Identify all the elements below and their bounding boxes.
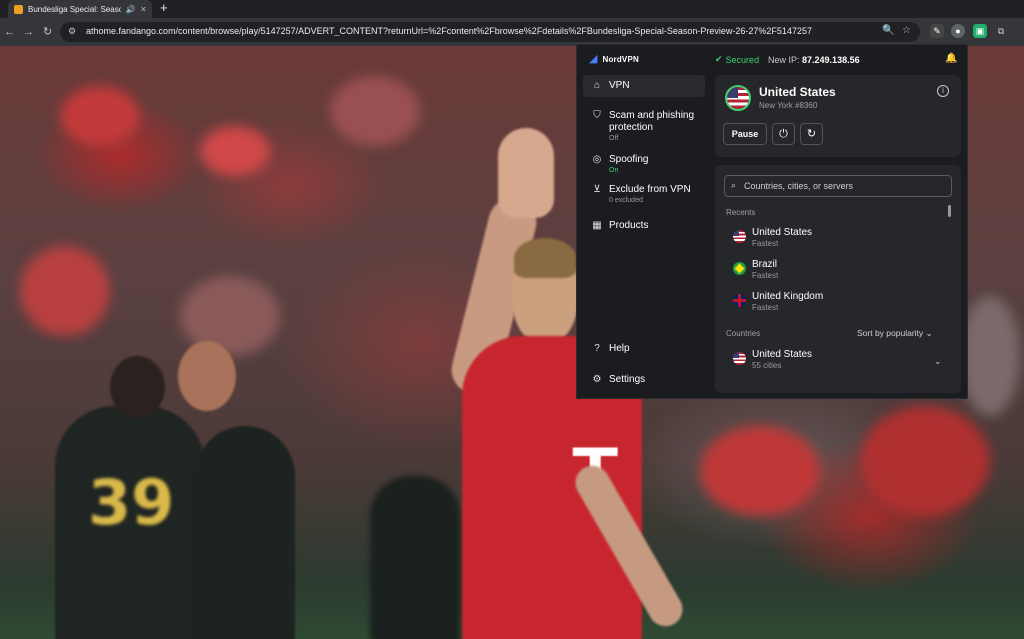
tab-bar: Bundesliga Special: Season 🔊 × + (0, 0, 1024, 18)
gear-icon: ⚙ (592, 374, 602, 385)
us-flag-icon (725, 85, 751, 111)
vpn-sidebar: ⌂ VPN ⛉ Scam and phishing protection Off … (583, 75, 705, 395)
recent-item-sub: Fastest (752, 239, 779, 248)
sidebar-item-spoofing[interactable]: ◎ Spoofing On (583, 149, 705, 181)
address-bar[interactable]: ⚙ athome.fandango.com/content/browse/pla… (60, 22, 920, 42)
sidebar-item-products[interactable]: ▦ Products (583, 215, 705, 237)
countries-heading: Countries (726, 329, 761, 338)
new-ip-value: 87.249.138.56 (802, 55, 860, 65)
nordvpn-panel: ◢ NordVPN ✔ Secured New IP: 87.249.138.5… (576, 44, 968, 399)
sidebar-item-label: Spoofing (609, 154, 649, 165)
nordvpn-mountain-icon: ◢ (589, 53, 598, 65)
sidebar-item-status: Off (609, 135, 619, 142)
tab-title: Bundesliga Special: Season (28, 4, 121, 14)
brazil-flag-icon (733, 262, 746, 275)
sidebar-item-settings[interactable]: ⚙ Settings (583, 369, 705, 391)
us-flag-icon (733, 352, 746, 365)
recent-item-sub: Fastest (752, 303, 779, 312)
country-item-sub: 55 cities (752, 361, 782, 370)
pause-button[interactable]: Pause (723, 123, 767, 145)
recent-item[interactable]: United Kingdom Fastest (733, 289, 943, 315)
player-hair (514, 238, 576, 278)
recents-heading: Recents (726, 208, 756, 217)
help-icon: ? (594, 343, 600, 354)
vpn-header: ◢ NordVPN ✔ Secured New IP: 87.249.138.5… (577, 45, 969, 73)
reload-button[interactable]: ↻ (43, 25, 52, 39)
new-ip: New IP: 87.249.138.56 (768, 55, 860, 65)
sidebar-item-status: 0 excluded (609, 197, 643, 204)
search-placeholder: Countries, cities, or servers (744, 181, 854, 191)
server-search-input[interactable]: ⌕ Countries, cities, or servers (724, 175, 952, 197)
secured-label: Secured (725, 54, 760, 65)
uk-flag-icon (733, 294, 746, 307)
search-icon: ⌕ (731, 180, 737, 190)
sort-dropdown[interactable]: Sort by popularity ⌄ (857, 328, 933, 339)
player-figure (195, 426, 295, 639)
connected-server: New York #8360 (759, 101, 818, 110)
sidebar-item-scam-protection[interactable]: ⛉ Scam and phishing protection Off (583, 105, 705, 149)
player-figure (370, 476, 460, 639)
shield-icon: ⛉ (593, 110, 601, 121)
split-tunnel-icon: ⊻ (593, 184, 601, 195)
sidebar-item-label: VPN (609, 80, 630, 91)
country-item[interactable]: United States 55 cities (733, 347, 943, 373)
connection-card: United States New York #8360 i Pause ⏻ ↻ (715, 75, 961, 157)
back-button[interactable]: ← (4, 25, 15, 39)
nordvpn-extension-icon[interactable]: ● (951, 24, 965, 38)
player-head (178, 341, 236, 411)
server-list-card: ⌕ Countries, cities, or servers Recents … (715, 165, 961, 393)
hand (498, 128, 554, 218)
disconnect-power-icon[interactable]: ⏻ (772, 123, 795, 145)
site-favicon-icon (14, 4, 23, 14)
speaker-icon[interactable]: 🔊 (126, 5, 136, 14)
nordvpn-logo: ◢ NordVPN (589, 54, 639, 65)
sidebar-item-label: Settings (609, 374, 646, 385)
recent-item-name: Brazil (752, 259, 778, 270)
sidebar-item-help[interactable]: ? Help (583, 338, 705, 360)
chevron-down-icon[interactable]: ⌄ (934, 356, 942, 367)
us-flag-icon (733, 230, 746, 243)
shirt-number: 39 (88, 466, 175, 539)
sort-label: Sort by popularity (857, 328, 924, 338)
bookmark-star-icon[interactable]: ☆ (902, 25, 911, 36)
chevron-down-icon: ⌄ (925, 328, 933, 338)
extension-icon[interactable]: ✎ (930, 24, 944, 38)
site-info-icon[interactable]: ⚙ (68, 26, 76, 37)
new-ip-label: New IP: (768, 55, 800, 65)
zoom-icon[interactable]: 🔍 (882, 25, 894, 36)
sidebar-item-exclude[interactable]: ⊻ Exclude from VPN 0 excluded (583, 179, 705, 211)
reconnect-icon[interactable]: ↻ (800, 123, 823, 145)
secured-status: ✔ Secured (715, 54, 759, 65)
sidebar-item-vpn[interactable]: ⌂ VPN (583, 75, 705, 97)
recent-item-name: United Kingdom (752, 291, 824, 302)
extensions-puzzle-icon[interactable]: ⧉ (994, 24, 1008, 38)
extension-green-icon[interactable]: ▣ (973, 24, 987, 38)
grid-icon: ▦ (592, 220, 602, 231)
eye-off-icon: ◎ (592, 154, 602, 165)
browser-tab[interactable]: Bundesliga Special: Season 🔊 × (8, 0, 152, 18)
check-shield-icon: ✔ (715, 54, 723, 64)
logo-text: NordVPN (602, 55, 639, 64)
sidebar-item-status: On (609, 167, 619, 174)
connected-country: United States (759, 85, 836, 99)
sidebar-item-label: Help (609, 343, 630, 354)
player-head (110, 356, 165, 418)
new-tab-button[interactable]: + (160, 1, 168, 15)
info-icon[interactable]: i (937, 85, 949, 97)
recent-item-sub: Fastest (752, 271, 779, 280)
bell-icon[interactable]: 🔔 (945, 53, 957, 64)
recent-item[interactable]: United States Fastest (733, 225, 943, 251)
home-icon: ⌂ (593, 80, 601, 91)
sidebar-item-label: Scam and phishing protection (609, 110, 695, 133)
recent-item-name: United States (752, 227, 813, 238)
tab-close-button[interactable]: × (141, 4, 146, 14)
country-item-name: United States (752, 349, 813, 360)
url-text[interactable]: athome.fandango.com/content/browse/play/… (86, 26, 866, 36)
forward-button[interactable]: → (23, 25, 34, 39)
sidebar-item-label: Exclude from VPN (609, 184, 691, 195)
browser-toolbar: ← → ↻ ⚙ athome.fandango.com/content/brow… (0, 18, 1024, 46)
recent-item[interactable]: Brazil Fastest (733, 257, 943, 283)
sidebar-item-label: Products (609, 220, 649, 231)
scrollbar[interactable] (948, 205, 951, 217)
